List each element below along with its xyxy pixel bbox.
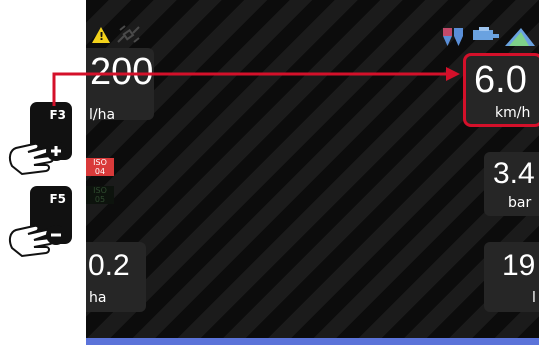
connector-arrow-icon xyxy=(52,67,460,106)
